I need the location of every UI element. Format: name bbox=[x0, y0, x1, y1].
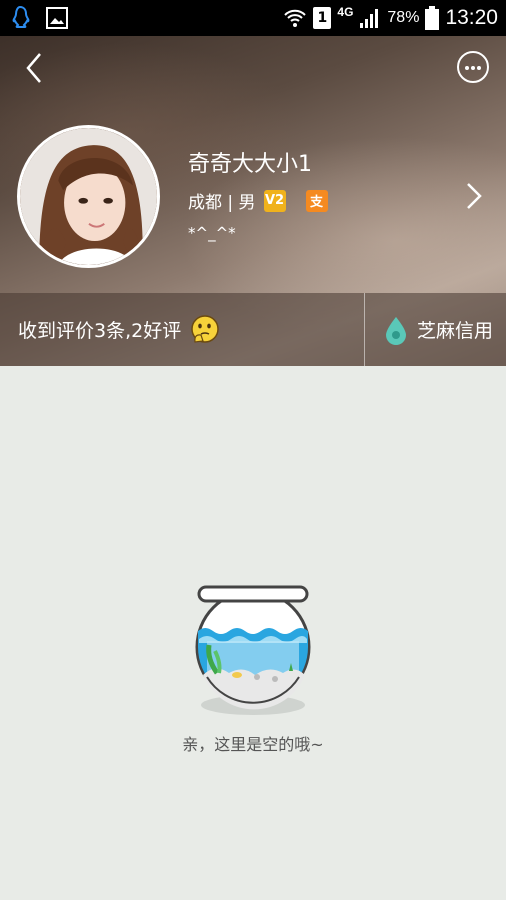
network-type: 4G bbox=[337, 5, 354, 19]
nickname: 奇奇大大小1 bbox=[188, 152, 312, 177]
wifi-icon bbox=[284, 9, 307, 27]
profile-meta: 成都 | 男 V2 支 bbox=[188, 188, 328, 213]
avatar[interactable] bbox=[17, 125, 160, 268]
signature: *^_^* bbox=[188, 224, 236, 242]
empty-message: 亲，这里是空的哦~ bbox=[182, 735, 324, 754]
divider bbox=[364, 293, 365, 366]
battery-icon bbox=[425, 6, 440, 30]
vip-level-badge: V2 bbox=[263, 189, 286, 212]
fishbowl-icon bbox=[195, 585, 311, 715]
sesame-credit[interactable]: 芝麻信用 bbox=[383, 293, 493, 366]
empty-state: 亲，这里是空的哦~ bbox=[0, 366, 506, 900]
back-icon[interactable] bbox=[18, 50, 54, 86]
sim-icon: 1 bbox=[313, 7, 332, 29]
alipay-badge: 支 bbox=[305, 189, 328, 212]
signal-icon bbox=[360, 9, 379, 28]
qq-icon bbox=[12, 5, 30, 28]
battery-percent: 78% bbox=[387, 9, 420, 26]
profile-header: 奇奇大大小1 成都 | 男 V2 支 *^_^* 收到评价3条,2好评 芝麻信用 bbox=[0, 36, 506, 366]
stats-bar: 收到评价3条,2好评 芝麻信用 bbox=[0, 293, 506, 366]
credit-text: 芝麻信用 bbox=[417, 320, 494, 342]
thinking-emoji-icon bbox=[191, 314, 219, 343]
clock: 13:20 bbox=[445, 6, 498, 29]
gallery-icon bbox=[46, 7, 68, 29]
rating-text: 收到评价3条,2好评 bbox=[18, 320, 182, 342]
sesame-credit-icon bbox=[386, 316, 406, 345]
more-icon[interactable] bbox=[457, 51, 489, 83]
chevron-right-icon[interactable] bbox=[464, 180, 484, 212]
rating-summary[interactable]: 收到评价3条,2好评 bbox=[18, 293, 221, 366]
status-bar: 1 4G 78% 13:20 bbox=[0, 0, 506, 36]
location-gender: 成都 | 男 bbox=[188, 193, 256, 213]
